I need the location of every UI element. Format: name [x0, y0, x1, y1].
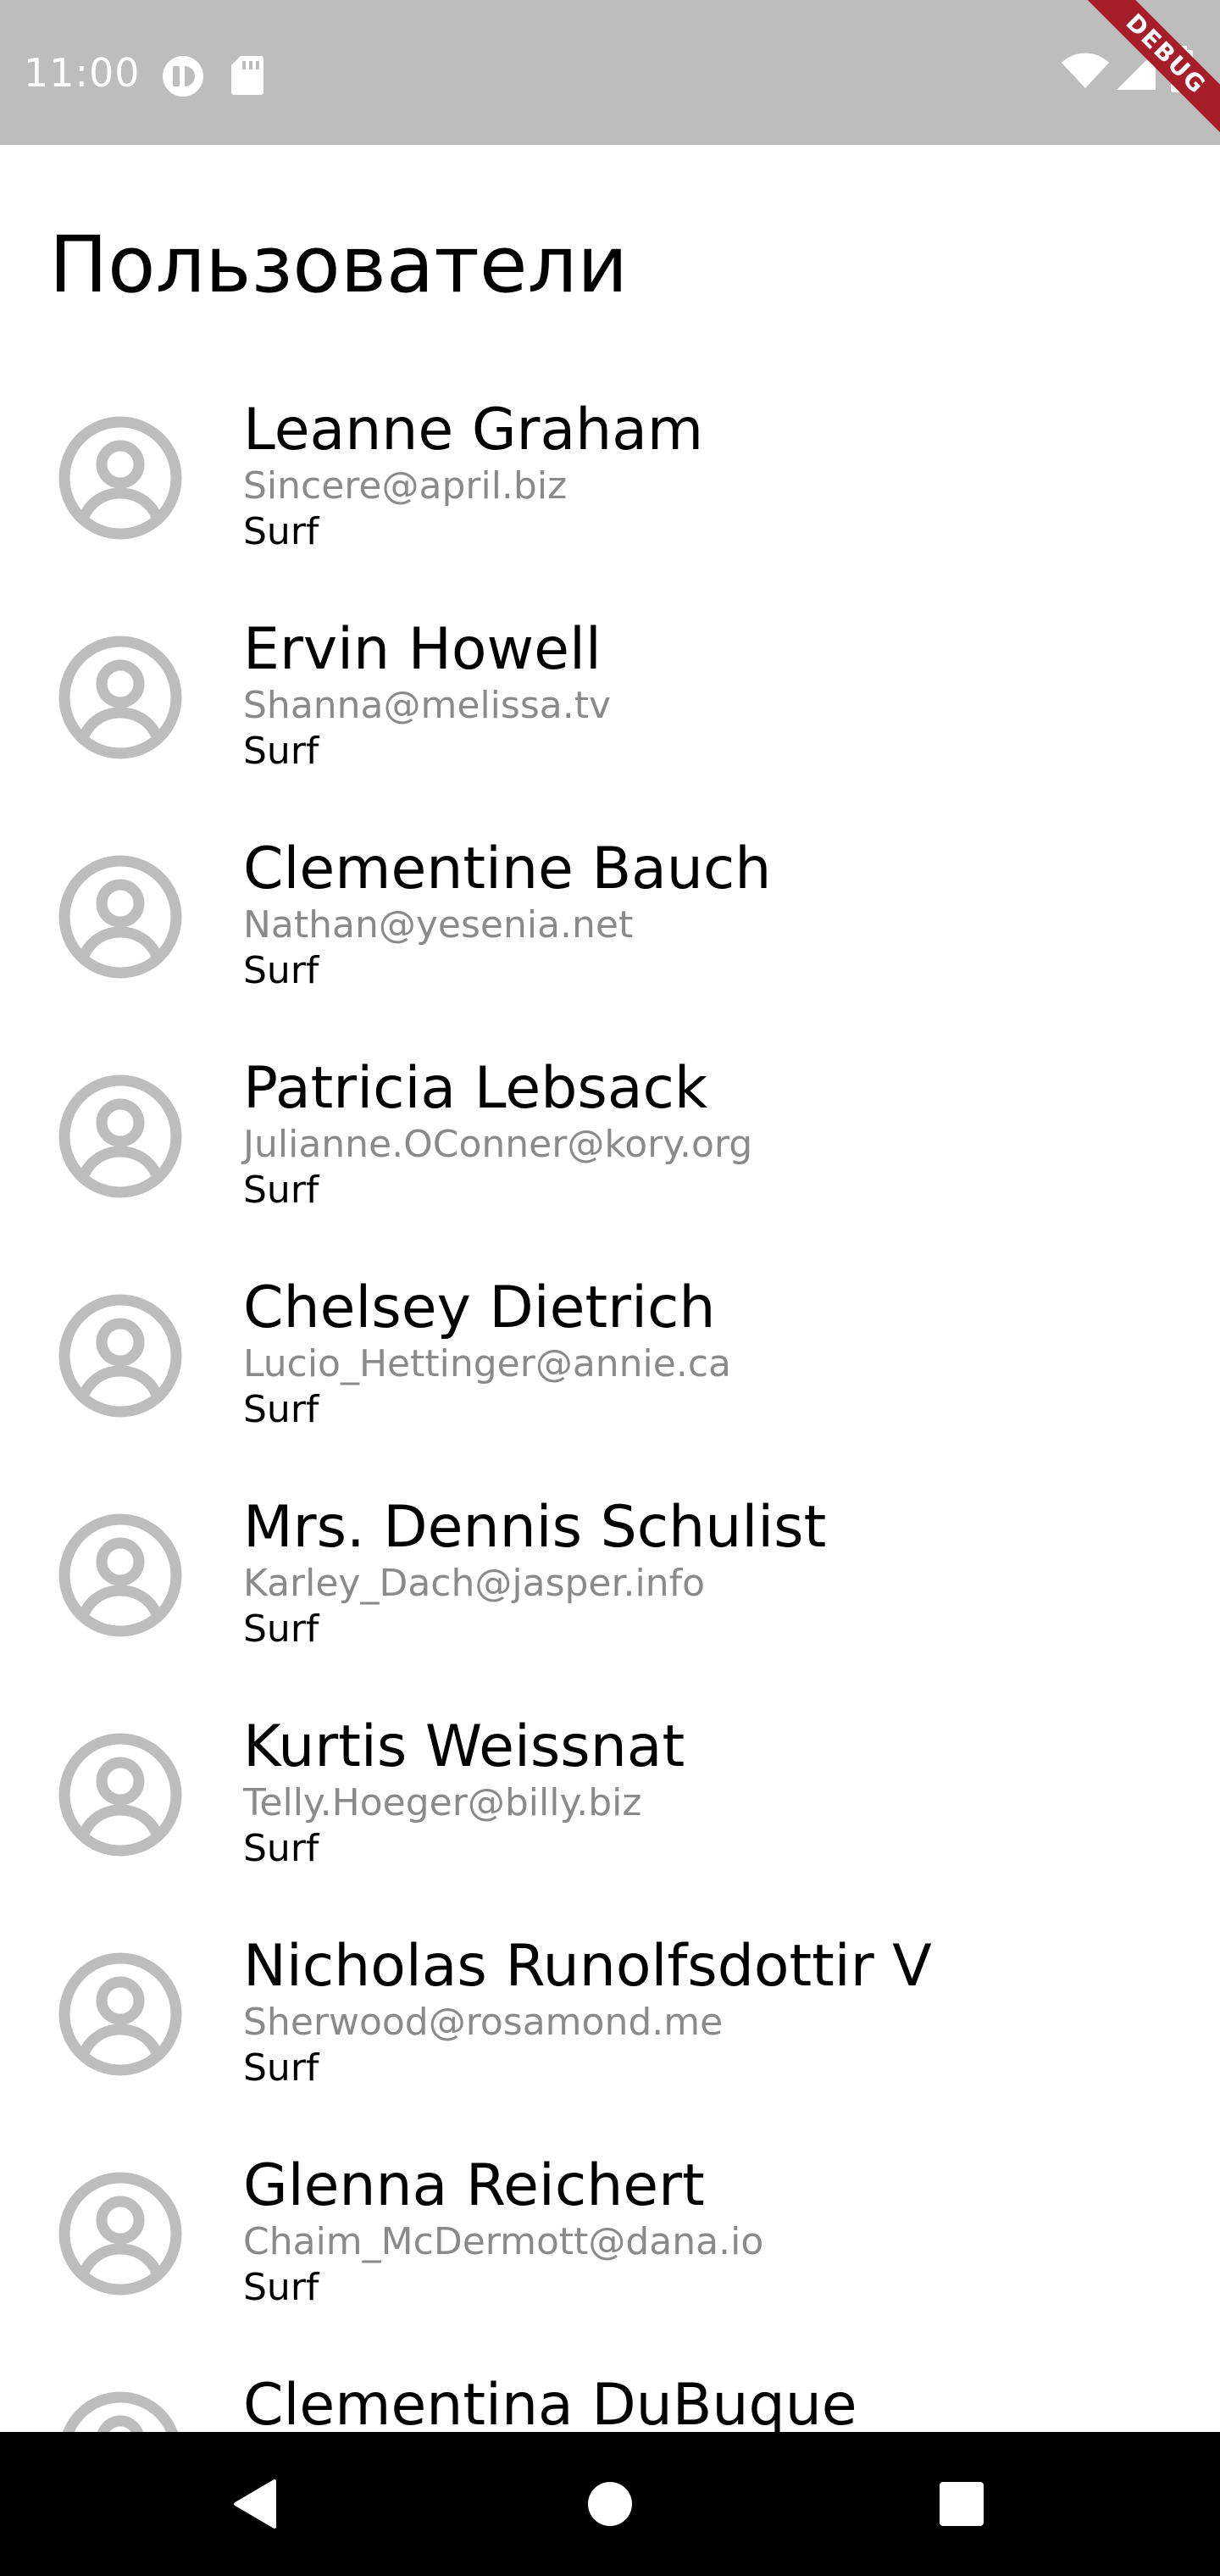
- user-name: Glenna Reichert: [243, 2152, 705, 2219]
- list-item[interactable]: Kurtis Weissnat Telly.Hoeger@billy.biz S…: [0, 1681, 1220, 1901]
- user-name: Patricia Lebsack: [243, 1055, 708, 1122]
- list-item[interactable]: Chelsey Dietrich Lucio_Hettinger@annie.c…: [0, 1242, 1220, 1462]
- user-name: Clementina DuBuque: [243, 2372, 857, 2432]
- account-circle-icon: [58, 1951, 183, 2077]
- user-list[interactable]: Leanne Graham Sincere@april.biz Surf Erv…: [0, 364, 1220, 2432]
- list-item[interactable]: Nicholas Runolfsdottir V Sherwood@rosamo…: [0, 1901, 1220, 2120]
- account-circle-icon: [58, 415, 183, 541]
- user-name: Ervin Howell: [243, 616, 602, 683]
- status-bar: 11:00 DEBUG: [0, 0, 1220, 157]
- account-circle-icon: [58, 1732, 183, 1857]
- user-email: Nathan@yesenia.net: [243, 903, 634, 947]
- account-circle-icon: [58, 2171, 183, 2296]
- recents-icon[interactable]: [923, 2466, 1000, 2542]
- account-circle-icon: [58, 1513, 183, 1638]
- home-icon[interactable]: [572, 2466, 648, 2542]
- status-time: 11:00: [24, 50, 141, 96]
- user-name: Kurtis Weissnat: [243, 1713, 685, 1780]
- user-email: Karley_Dach@jasper.info: [243, 1562, 706, 1605]
- user-email: Chaim_McDermott@dana.io: [243, 2220, 764, 2263]
- user-name: Mrs. Dennis Schulist: [243, 1494, 827, 1561]
- user-email: Shanna@melissa.tv: [243, 684, 611, 727]
- user-email: Sincere@april.biz: [243, 464, 568, 508]
- account-circle-icon: [58, 854, 183, 980]
- user-name: Nicholas Runolfsdottir V: [243, 1933, 932, 2000]
- account-circle-icon: [58, 2390, 183, 2432]
- system-nav-bar: [0, 2432, 1220, 2576]
- app-screen: 11:00 DEBUG Пользователи Leanne Graham S…: [0, 0, 1220, 2576]
- back-icon[interactable]: [217, 2466, 293, 2542]
- account-circle-icon: [58, 1074, 183, 1199]
- list-item[interactable]: Leanne Graham Sincere@april.biz Surf: [0, 364, 1220, 584]
- cast-icon: [161, 54, 205, 102]
- user-activity: Surf: [243, 2266, 319, 2309]
- user-email: Lucio_Hettinger@annie.ca: [243, 1342, 731, 1385]
- user-email: Julianne.OConner@kory.org: [243, 1123, 753, 1166]
- list-item[interactable]: Clementina DuBuque: [0, 2340, 1220, 2432]
- list-item[interactable]: Glenna Reichert Chaim_McDermott@dana.io …: [0, 2120, 1220, 2340]
- list-item[interactable]: Ervin Howell Shanna@melissa.tv Surf: [0, 584, 1220, 803]
- user-email: Telly.Hoeger@billy.biz: [243, 1781, 642, 1824]
- user-activity: Surf: [243, 1169, 319, 1212]
- account-circle-icon: [58, 1293, 183, 1418]
- user-activity: Surf: [243, 1827, 319, 1870]
- user-email: Sherwood@rosamond.me: [243, 2001, 724, 2044]
- user-name: Clementine Bauch: [243, 836, 772, 902]
- account-circle-icon: [58, 635, 183, 760]
- user-name: Leanne Graham: [243, 397, 704, 464]
- user-name: Chelsey Dietrich: [243, 1274, 716, 1341]
- user-activity: Surf: [243, 510, 319, 553]
- user-activity: Surf: [243, 730, 319, 773]
- sd-card-icon: [230, 54, 264, 100]
- user-activity: Surf: [243, 1388, 319, 1431]
- list-item[interactable]: Patricia Lebsack Julianne.OConner@kory.o…: [0, 1023, 1220, 1242]
- list-item[interactable]: Mrs. Dennis Schulist Karley_Dach@jasper.…: [0, 1462, 1220, 1681]
- page-title: Пользователи: [49, 219, 629, 310]
- wifi-icon: [1061, 53, 1110, 93]
- user-activity: Surf: [243, 949, 319, 992]
- list-item[interactable]: Clementine Bauch Nathan@yesenia.net Surf: [0, 803, 1220, 1023]
- user-activity: Surf: [243, 2046, 319, 2090]
- user-activity: Surf: [243, 1607, 319, 1651]
